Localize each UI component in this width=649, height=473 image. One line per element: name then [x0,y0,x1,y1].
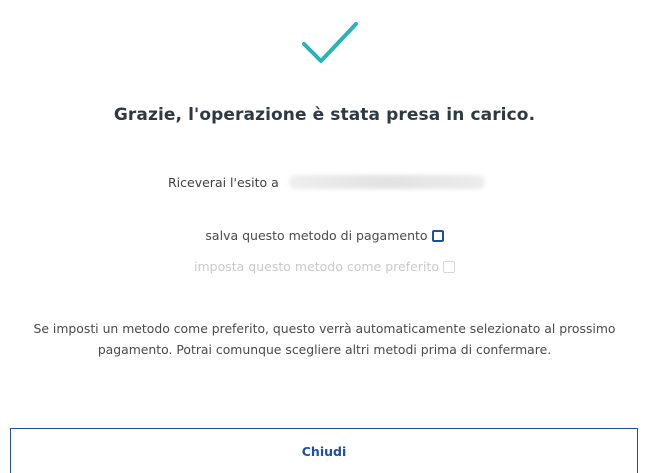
close-button-label: Chiudi [301,443,347,459]
confirmation-title: Grazie, l'operazione è stata presa in ca… [113,105,536,125]
checkmark-icon [302,22,358,63]
save-method-checkbox[interactable] [431,229,444,242]
set-favorite-option: imposta questo metodo come preferito [0,259,649,274]
close-button[interactable]: Chiudi [10,428,638,473]
favorite-info-text: Se imposti un metodo come preferito, que… [33,321,616,357]
set-favorite-checkbox [442,260,455,273]
recipient-row: Riceverai l'esito a [168,172,485,192]
save-method-option[interactable]: salva questo metodo di pagamento [0,228,649,243]
recipient-email-redacted [288,175,485,189]
recipient-label: Riceverai l'esito a [168,174,279,190]
set-favorite-label: imposta questo metodo come preferito [194,259,439,274]
save-method-label: salva questo metodo di pagamento [205,228,428,243]
